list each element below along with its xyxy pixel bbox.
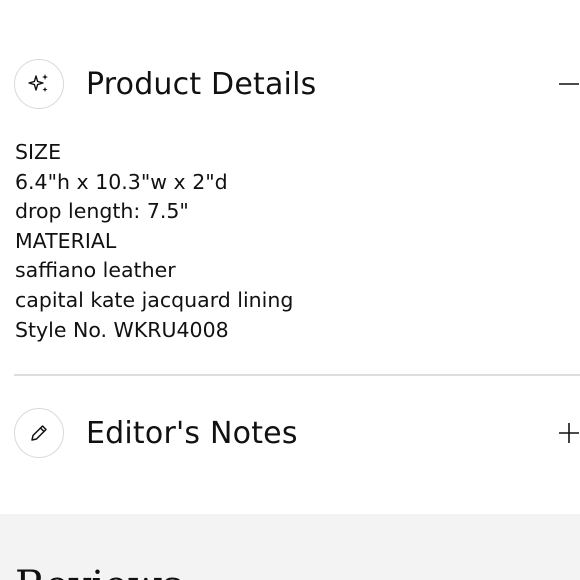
editors-notes-icon-circle — [14, 408, 64, 458]
details-line-size-heading: SIZE — [15, 140, 62, 164]
product-details-body: SIZE 6.4"h x 10.3"w x 2"d drop length: 7… — [15, 138, 565, 345]
editors-notes-header[interactable]: Editor's Notes — [14, 406, 580, 460]
details-line-dimensions: 6.4"h x 10.3"w x 2"d — [15, 169, 228, 194]
pencil-icon — [31, 425, 47, 441]
details-line-style-number: Style No. WKRU4008 — [15, 317, 229, 342]
product-info-page: Product Details SIZE 6.4"h x 10.3"w x 2"… — [0, 0, 580, 580]
reviews-section: Reviews — [0, 514, 580, 580]
product-details-header[interactable]: Product Details — [14, 57, 580, 111]
sparkles-icon — [28, 74, 48, 92]
details-line-lining: capital kate jacquard lining — [15, 287, 294, 312]
product-details-title: Product Details — [86, 66, 317, 102]
product-details-icon-circle — [14, 59, 64, 109]
minus-icon[interactable] — [558, 73, 580, 95]
section-divider — [14, 374, 580, 376]
details-line-material-heading: MATERIAL — [15, 228, 117, 253]
plus-icon[interactable] — [558, 422, 580, 444]
details-line-material: saffiano leather — [15, 258, 176, 283]
reviews-title: Reviews — [15, 564, 183, 580]
details-line-drop-length: drop length: 7.5" — [15, 199, 189, 224]
editors-notes-title: Editor's Notes — [86, 415, 298, 451]
